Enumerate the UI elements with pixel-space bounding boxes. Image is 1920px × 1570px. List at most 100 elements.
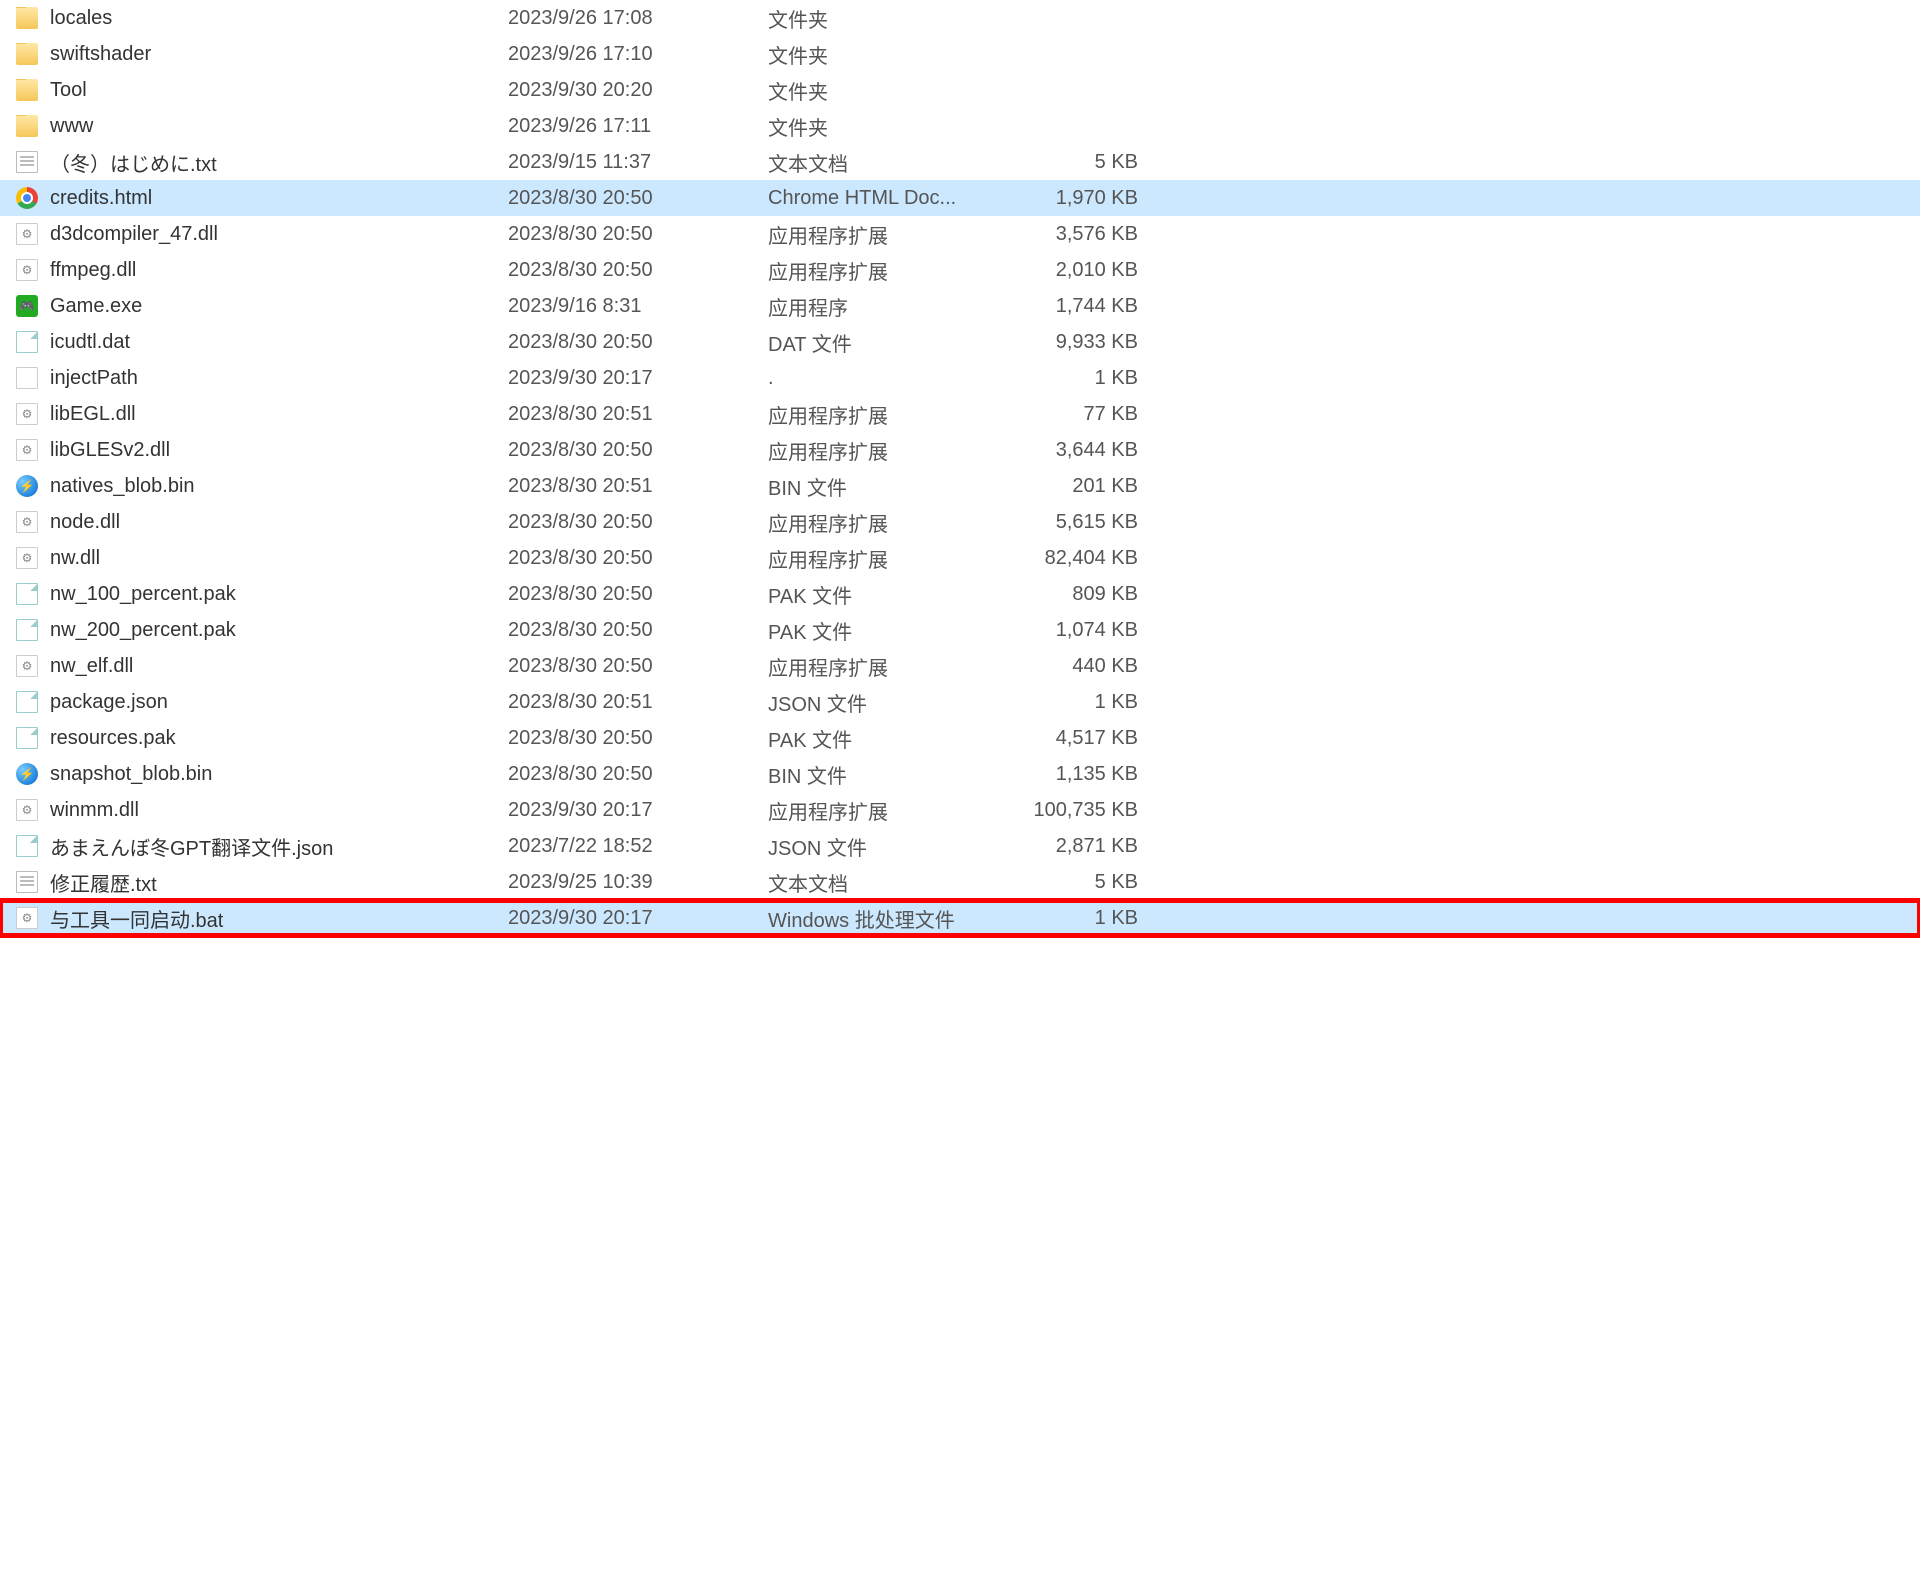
file-size: 1 KB [998, 367, 1138, 390]
file-date: 2023/8/30 20:50 [508, 763, 768, 786]
file-size: 809 KB [998, 583, 1138, 606]
file-name-cell[interactable]: nw_elf.dll [8, 655, 508, 678]
file-name: package.json [50, 691, 168, 714]
file-size: 440 KB [998, 655, 1138, 678]
file-row[interactable]: あまえんぼ冬GPT翻译文件.json2023/7/22 18:52JSON 文件… [0, 828, 1920, 864]
dll-icon [16, 907, 38, 929]
file-type: JSON 文件 [768, 688, 998, 717]
dll-icon [16, 799, 38, 821]
file-row[interactable]: nw_100_percent.pak2023/8/30 20:50PAK 文件8… [0, 576, 1920, 612]
file-name-cell[interactable]: locales [8, 7, 508, 30]
file-row[interactable]: swiftshader2023/9/26 17:10文件夹 [0, 36, 1920, 72]
file-row[interactable]: libGLESv2.dll2023/8/30 20:50应用程序扩展3,644 … [0, 432, 1920, 468]
file-name-cell[interactable]: Game.exe [8, 295, 508, 318]
file-row[interactable]: Tool2023/9/30 20:20文件夹 [0, 72, 1920, 108]
file-date: 2023/8/30 20:50 [508, 619, 768, 642]
file-row[interactable]: 修正履歴.txt2023/9/25 10:39文本文档5 KB [0, 864, 1920, 900]
file-name-cell[interactable]: （冬）はじめに.txt [8, 148, 508, 177]
file-row[interactable]: 与工具一同启动.bat2023/9/30 20:17Windows 批处理文件1… [0, 900, 1920, 936]
file-name-cell[interactable]: winmm.dll [8, 799, 508, 822]
file-name-cell[interactable]: あまえんぼ冬GPT翻译文件.json [8, 832, 508, 861]
file-name-cell[interactable]: 修正履歴.txt [8, 868, 508, 897]
file-row[interactable]: nw_200_percent.pak 2023/8/30 20:50PAK 文件1… [0, 612, 1920, 648]
file-name-cell[interactable]: package.json [8, 691, 508, 714]
file-row[interactable]: ffmpeg.dll2023/8/30 20:50应用程序扩展2,010 KB [0, 252, 1920, 288]
file-date: 2023/8/30 20:50 [508, 439, 768, 462]
file-name-cell[interactable]: libGLESv2.dll [8, 439, 508, 462]
file-name-cell[interactable]: credits.html [8, 187, 508, 210]
dll-icon [16, 655, 38, 677]
file-name-cell[interactable]: d3dcompiler_47.dll [8, 223, 508, 246]
file-size: 1,074 KB [998, 619, 1138, 642]
file-date: 2023/8/30 20:50 [508, 187, 768, 210]
file-list: locales2023/9/26 17:08文件夹 swiftshader 2023… [0, 0, 1920, 936]
txt-icon [16, 151, 38, 173]
file-size: 3,576 KB [998, 223, 1138, 246]
file-name-cell[interactable]: snapshot_blob.bin [8, 763, 508, 786]
file-row[interactable]: locales2023/9/26 17:08文件夹 [0, 0, 1920, 36]
file-name: nw_200_percent.pak [50, 619, 236, 642]
file-type: JSON 文件 [768, 832, 998, 861]
file-name-cell[interactable]: nw_200_percent.pak [8, 619, 508, 642]
file-type: 应用程序扩展 [768, 400, 998, 429]
file-row[interactable]: natives_blob.bin2023/8/30 20:51BIN 文件201… [0, 468, 1920, 504]
file-type: 应用程序扩展 [768, 544, 998, 573]
file-date: 2023/9/26 17:08 [508, 7, 768, 30]
file-size: 2,871 KB [998, 835, 1138, 858]
file-row[interactable]: www2023/9/26 17:11文件夹 [0, 108, 1920, 144]
file-type: 应用程序扩展 [768, 796, 998, 825]
folder-icon [16, 79, 38, 101]
file-type: PAK 文件 [768, 724, 998, 753]
file-size: 1,970 KB [998, 187, 1138, 210]
file-name-cell[interactable]: injectPath [8, 367, 508, 390]
file-name-cell[interactable]: libEGL.dll [8, 403, 508, 426]
file-name: www [50, 115, 93, 138]
file-date: 2023/8/30 20:50 [508, 547, 768, 570]
file-type: 应用程序扩展 [768, 436, 998, 465]
file-name-cell[interactable]: ffmpeg.dll [8, 259, 508, 282]
file-row[interactable]: package.json2023/8/30 20:51JSON 文件1 KB [0, 684, 1920, 720]
file-name-cell[interactable]: 与工具一同启动.bat [8, 904, 508, 933]
file-size: 77 KB [998, 403, 1138, 426]
file-name-cell[interactable]: resources.pak [8, 727, 508, 750]
file-date: 2023/9/25 10:39 [508, 871, 768, 894]
file-name: nw.dll [50, 547, 100, 570]
file-date: 2023/8/30 20:51 [508, 475, 768, 498]
file-type: PAK 文件 [768, 616, 998, 645]
file-name: Game.exe [50, 295, 142, 318]
file-date: 2023/8/30 20:50 [508, 511, 768, 534]
file-date: 2023/9/30 20:20 [508, 79, 768, 102]
file-name-cell[interactable]: icudtl.dat [8, 331, 508, 354]
file-row[interactable]: nw.dll 2023/8/30 20:50应用程序扩展82,404 KB [0, 540, 1920, 576]
file-name-cell[interactable]: natives_blob.bin [8, 475, 508, 498]
file-row[interactable]: credits.html2023/8/30 20:50Chrome HTML D… [0, 180, 1920, 216]
file-row[interactable]: （冬）はじめに.txt2023/9/15 11:37文本文档5 KB [0, 144, 1920, 180]
file-row[interactable]: d3dcompiler_47.dll2023/8/30 20:50应用程序扩展3… [0, 216, 1920, 252]
file-type: Chrome HTML Doc... [768, 187, 998, 210]
file-name-cell[interactable]: Tool [8, 79, 508, 102]
file-size: 2,010 KB [998, 259, 1138, 282]
file-size: 1 KB [998, 907, 1138, 930]
file-row[interactable]: libEGL.dll2023/8/30 20:51应用程序扩展77 KB [0, 396, 1920, 432]
file-name-cell[interactable]: www [8, 115, 508, 138]
dll-icon [16, 511, 38, 533]
file-row[interactable]: node.dll2023/8/30 20:50应用程序扩展5,615 KB [0, 504, 1920, 540]
file-date: 2023/9/26 17:10 [508, 43, 768, 66]
file-type: 文本文档 [768, 148, 998, 177]
file-name-cell[interactable]: swiftshader [8, 43, 508, 66]
file-name-cell[interactable]: nw.dll [8, 547, 508, 570]
file-name-cell[interactable]: node.dll [8, 511, 508, 534]
file-name: icudtl.dat [50, 331, 130, 354]
file-row[interactable]: icudtl.dat2023/8/30 20:50DAT 文件9,933 KB [0, 324, 1920, 360]
file-row[interactable]: nw_elf.dll2023/8/30 20:50应用程序扩展440 KB [0, 648, 1920, 684]
file-name-cell[interactable]: nw_100_percent.pak [8, 583, 508, 606]
file-row[interactable]: snapshot_blob.bin2023/8/30 20:50BIN 文件1,… [0, 756, 1920, 792]
file-name: natives_blob.bin [50, 475, 195, 498]
file-row[interactable]: resources.pak2023/8/30 20:50PAK 文件4,517 … [0, 720, 1920, 756]
file-size: 82,404 KB [998, 547, 1138, 570]
file-row[interactable]: injectPath2023/9/30 20:17.1 KB [0, 360, 1920, 396]
file-name: swiftshader [50, 43, 151, 66]
file-row[interactable]: Game.exe2023/9/16 8:31应用程序1,744 KB [0, 288, 1920, 324]
file-row[interactable]: winmm.dll2023/9/30 20:17应用程序扩展100,735 KB [0, 792, 1920, 828]
file-date: 2023/9/30 20:17 [508, 907, 768, 930]
